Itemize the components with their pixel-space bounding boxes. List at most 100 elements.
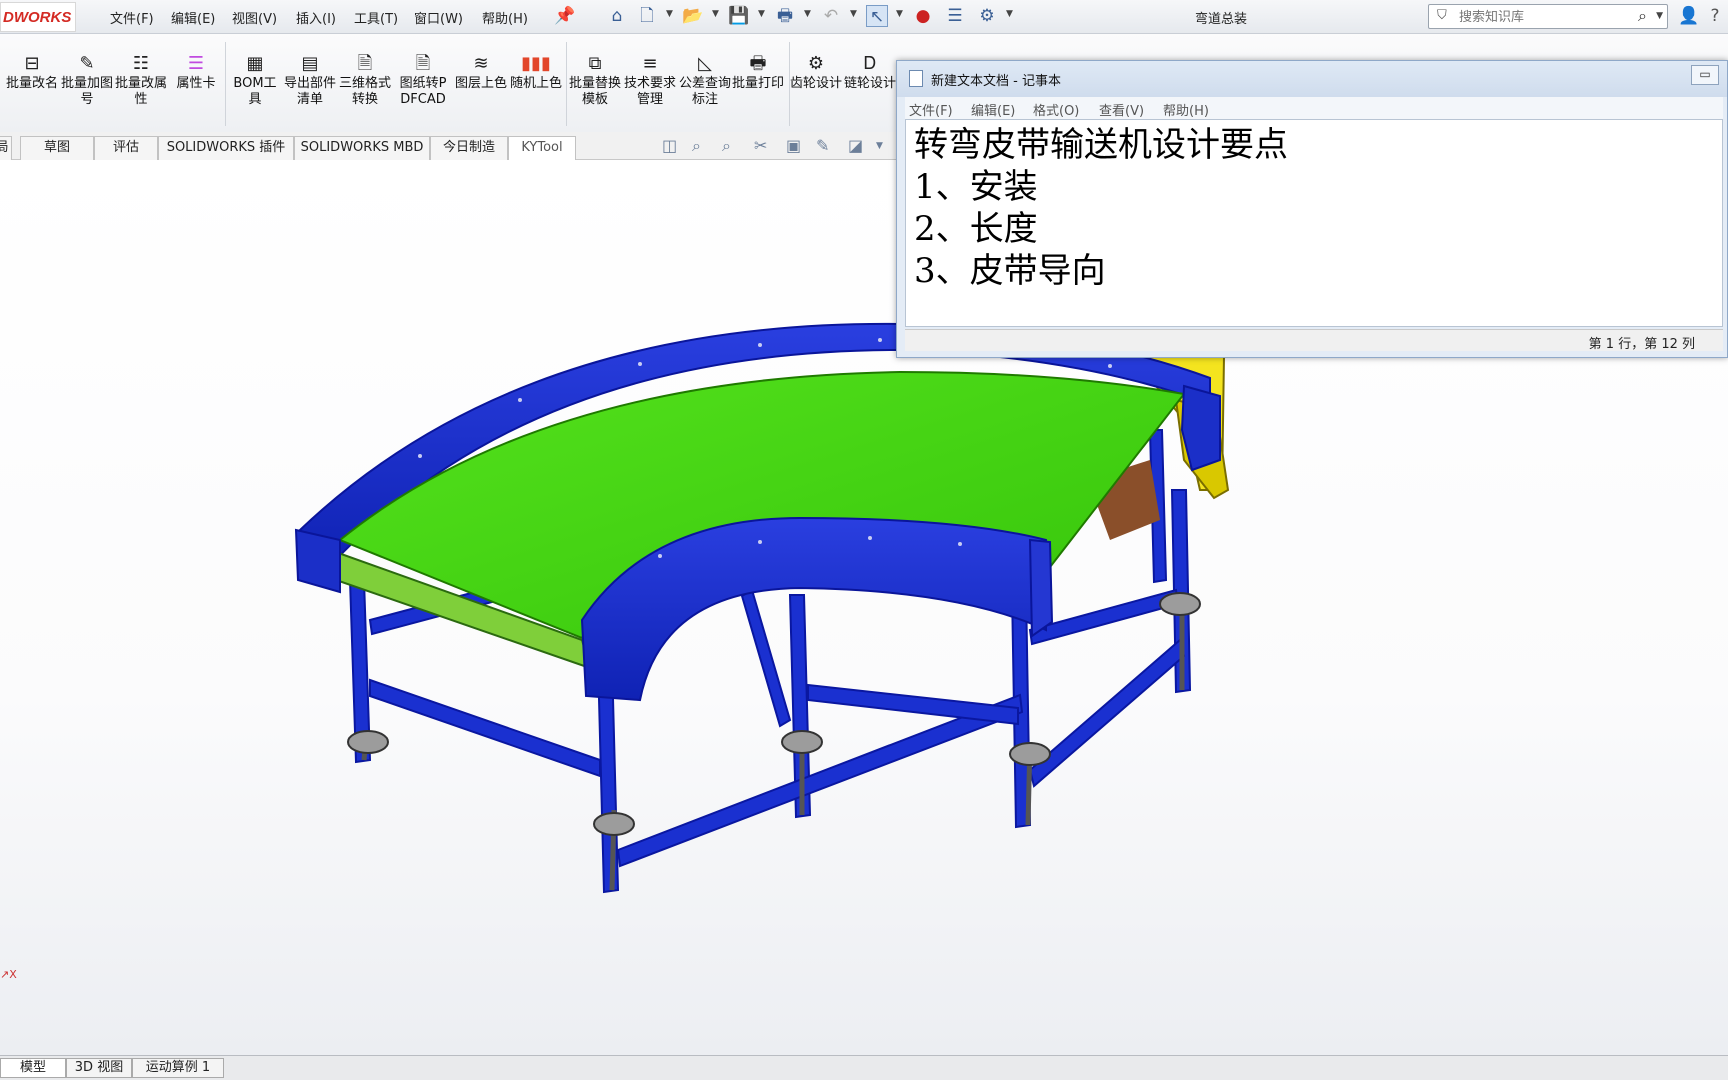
- outer-end-block: [294, 528, 341, 594]
- coordinate-triad: ↗X: [0, 968, 17, 981]
- export-parts-list-button[interactable]: ▤ 导出部件清单: [284, 52, 336, 108]
- note-item: 2、长度: [914, 209, 1038, 249]
- search-icon[interactable]: ⌕: [1638, 6, 1647, 26]
- tolerance-icon: ◺: [698, 53, 712, 74]
- shield-icon: ⛉: [1437, 8, 1447, 23]
- tab-solidworks-mbd[interactable]: SOLIDWORKS MBD: [294, 136, 430, 160]
- help-icon[interactable]: ?: [1704, 5, 1726, 27]
- zoom-area-icon[interactable]: ⌕: [722, 136, 731, 156]
- gear-icon: ⚙: [807, 53, 825, 74]
- ribbon-separator: [566, 42, 567, 126]
- hide-show-icon[interactable]: ◪: [848, 136, 863, 155]
- chevron-down-icon[interactable]: ▼: [666, 9, 673, 19]
- chevron-down-icon[interactable]: ▼: [850, 9, 857, 19]
- gear-design-button[interactable]: ⚙ 齿轮设计: [790, 52, 842, 92]
- layers-icon: ≋: [473, 53, 489, 74]
- 3d-format-convert-button[interactable]: 🗎 三维格式转换: [339, 52, 391, 108]
- notepad-window: 新建文本文档 - 记事本 ▭ 文件(F) 编辑(E) 格式(O) 查看(V) 帮…: [896, 60, 1728, 358]
- notepad-title: 新建文本文档 - 记事本: [931, 74, 1061, 89]
- tab-kytool[interactable]: KYTool: [508, 136, 576, 160]
- section-view-icon[interactable]: ✂: [754, 136, 767, 155]
- text-lines-icon: ≡: [642, 53, 658, 74]
- tech-requirements-button[interactable]: ≡ 技术要求管理: [624, 52, 676, 108]
- tab-layout[interactable]: 局: [0, 136, 12, 160]
- print-icon[interactable]: 🖶: [774, 5, 796, 27]
- tab-solidworks-addins[interactable]: SOLIDWORKS 插件: [158, 136, 294, 160]
- tolerance-query-button[interactable]: ◺ 公差查询标注: [679, 52, 731, 108]
- notepad-titlebar[interactable]: 新建文本文档 - 记事本 ▭: [897, 61, 1727, 97]
- notepad-menu-bar: 文件(F) 编辑(E) 格式(O) 查看(V) 帮助(H): [905, 97, 1723, 119]
- list-icon: ☷: [132, 53, 150, 74]
- property-card-button[interactable]: ☰ 属性卡: [170, 52, 222, 92]
- menu-view[interactable]: 视图(V): [232, 8, 277, 27]
- bottom-tabs: 模型 3D 视图 运动算例 1: [0, 1055, 1728, 1080]
- user-icon[interactable]: 👤: [1678, 5, 1700, 27]
- home-icon[interactable]: ⌂: [606, 5, 628, 27]
- traffic-light-icon[interactable]: ●: [912, 5, 934, 27]
- notepad-text-area[interactable]: 转弯皮带输送机设计要点 1、安装 2、长度 3、皮带导向: [905, 119, 1723, 327]
- tab-today-manufacturing[interactable]: 今日制造: [430, 136, 508, 160]
- save-icon[interactable]: 💾: [728, 5, 750, 27]
- chevron-down-icon[interactable]: ▼: [876, 141, 883, 151]
- batch-edit-properties-button[interactable]: ☷ 批量改属性: [115, 52, 167, 108]
- pdf-icon: 🗎: [415, 53, 431, 74]
- batch-rename-button[interactable]: ⊟ 批量改名: [6, 52, 58, 92]
- drawing-to-pdf-cad-button[interactable]: 🗎 图纸转PDFCAD: [397, 52, 449, 108]
- note-item: 1、安装: [914, 167, 1038, 207]
- file-properties-icon[interactable]: ☰: [944, 5, 966, 27]
- sprocket-design-button[interactable]: Ꭰ 链轮设计: [844, 52, 896, 92]
- new-document-icon[interactable]: 🗋: [636, 5, 658, 27]
- chevron-down-icon[interactable]: ▼: [712, 9, 719, 19]
- random-color-button[interactable]: ▮▮▮ 随机上色: [510, 52, 562, 92]
- batch-print-button[interactable]: 🖶 批量打印: [732, 52, 784, 92]
- open-folder-icon[interactable]: 📂: [682, 5, 704, 27]
- view-orientation-icon[interactable]: ▣: [786, 136, 801, 155]
- rename-icon: ⊟: [24, 53, 40, 74]
- menu-window[interactable]: 窗口(W): [414, 8, 463, 27]
- tab-sketch[interactable]: 草图: [20, 136, 94, 160]
- np-menu-format[interactable]: 格式(O): [1033, 100, 1079, 119]
- select-cursor-icon[interactable]: ↖: [866, 5, 888, 27]
- display-style-icon[interactable]: ✎: [816, 136, 829, 155]
- cursor-position: 第 1 行，第 12 列: [1588, 337, 1695, 352]
- chevron-down-icon[interactable]: ▼: [896, 9, 903, 19]
- menu-tools[interactable]: 工具(T): [354, 8, 398, 27]
- menu-file[interactable]: 文件(F): [110, 8, 154, 27]
- tab-model[interactable]: 模型: [0, 1058, 66, 1078]
- ribbon-separator: [225, 42, 226, 126]
- chevron-down-icon[interactable]: ▼: [1006, 9, 1013, 19]
- tab-evaluate[interactable]: 评估: [94, 136, 158, 160]
- tab-3d-view[interactable]: 3D 视图: [66, 1058, 132, 1078]
- menu-edit[interactable]: 编辑(E): [171, 8, 215, 27]
- search-input[interactable]: [1459, 8, 1629, 26]
- np-menu-edit[interactable]: 编辑(E): [971, 100, 1015, 119]
- chevron-down-icon[interactable]: ▼: [1656, 11, 1663, 21]
- note-heading: 转弯皮带输送机设计要点: [914, 125, 1288, 165]
- notepad-icon: [909, 70, 923, 87]
- bom-tool-button[interactable]: ▦ BOM工具: [229, 52, 281, 108]
- export-list-icon: ▤: [301, 53, 319, 74]
- chevron-down-icon[interactable]: ▼: [804, 9, 811, 19]
- batch-replace-template-button[interactable]: ⧉ 批量替换模板: [569, 52, 621, 108]
- zoom-to-fit-icon[interactable]: ⌕: [692, 136, 701, 156]
- chevron-down-icon[interactable]: ▼: [758, 9, 765, 19]
- tab-motion-study[interactable]: 运动算例 1: [132, 1058, 224, 1078]
- undo-icon[interactable]: ↶: [820, 5, 842, 27]
- batch-add-drawing-number-button[interactable]: ✎ 批量加图号: [61, 52, 113, 108]
- notepad-status-bar: 第 1 行，第 12 列: [905, 329, 1723, 352]
- np-menu-help[interactable]: 帮助(H): [1163, 100, 1209, 119]
- pin-icon[interactable]: 📌: [554, 5, 576, 27]
- options-gear-icon[interactable]: ⚙: [976, 5, 998, 27]
- search-box[interactable]: ⛉ ⌕ ▼: [1428, 4, 1668, 29]
- property-card-icon: ☰: [187, 53, 205, 74]
- color-bars-icon: ▮▮▮: [521, 53, 551, 74]
- previous-view-icon[interactable]: ◫: [662, 136, 677, 155]
- layer-color-button[interactable]: ≋ 图层上色: [455, 52, 507, 92]
- np-menu-file[interactable]: 文件(F): [909, 100, 953, 119]
- np-menu-view[interactable]: 查看(V): [1099, 100, 1144, 119]
- document-title: 弯道总装: [1195, 12, 1248, 27]
- menu-help[interactable]: 帮助(H): [482, 8, 528, 27]
- printer-icon: 🖶: [749, 53, 767, 74]
- menu-insert[interactable]: 插入(I): [296, 8, 336, 27]
- minimize-button[interactable]: ▭: [1691, 65, 1719, 85]
